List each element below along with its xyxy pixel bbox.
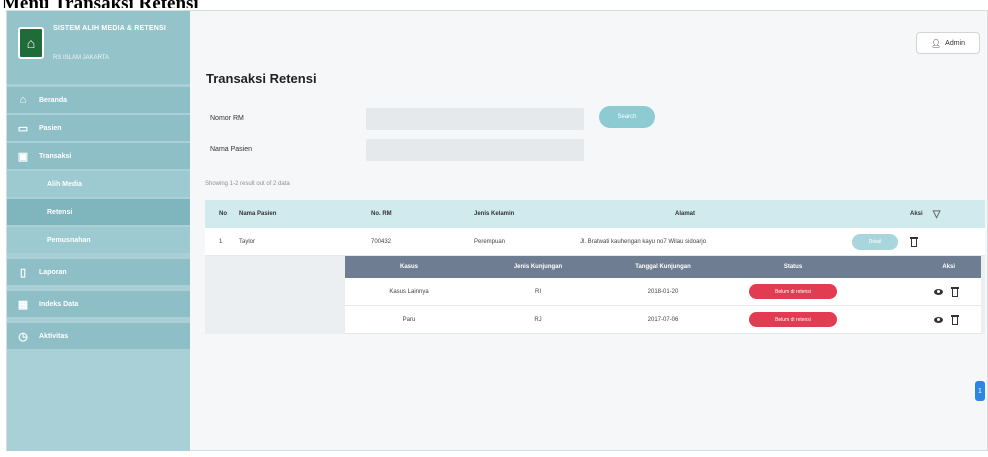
document-heading: Menu Transaksi Retensi (0, 0, 199, 8)
sidebar-item-aktivitas[interactable]: ◷ Aktivitas (7, 323, 190, 349)
trash-icon[interactable] (910, 236, 918, 247)
sidebar-item-pemusnahan[interactable]: Pemusnahan (7, 227, 190, 253)
eye-icon[interactable] (934, 316, 943, 323)
cell-jenis: RI (535, 288, 541, 295)
pagination-button[interactable]: 1 (975, 381, 985, 401)
cell-jk: Perempuan (474, 238, 506, 245)
sidebar-item-label: Pasien (39, 124, 62, 132)
th-no: No (219, 211, 227, 217)
th-alamat: Alamat (674, 211, 695, 217)
th-aksi: Aksi (910, 211, 923, 217)
subtable-row: Paru RJ 2017-07-06 Belum di retensi (345, 306, 981, 334)
cell-rm: 700432 (371, 238, 392, 245)
subtable-row: Kasus Lainnya RI 2018-01-20 Belum di ret… (345, 278, 981, 306)
clock-icon: ◷ (18, 330, 28, 343)
th-nama: Nama Pasien (239, 211, 277, 217)
brand-title: SISTEM ALIH MEDIA & RETENSI (53, 25, 166, 32)
cell-tanggal: 2017-07-06 (647, 316, 679, 323)
sidebar-item-label: Beranda (39, 96, 68, 104)
grid-icon: ▦ (17, 298, 29, 311)
admin-label: Admin (945, 39, 965, 47)
patient-table: No Nama Pasien No. RM Jenis Kelamin Alam… (205, 200, 985, 334)
brand-panel: ⌂ SISTEM ALIH MEDIA & RETENSI RS ISLAM J… (7, 11, 190, 84)
document-icon: ▭ (17, 122, 29, 135)
trash-icon[interactable] (951, 286, 959, 297)
sidebar-item-beranda[interactable]: ⌂ Beranda (7, 87, 190, 113)
sidebar-item-label: Alih Media (47, 180, 83, 188)
sidebar-item-label: Pemusnahan (47, 236, 91, 244)
table-header: No Nama Pasien No. RM Jenis Kelamin Alam… (205, 200, 985, 228)
sidebar-item-retensi[interactable]: Retensi (7, 199, 190, 225)
sth-jenis: Jenis Kunjungan (513, 264, 563, 270)
visit-subtable: Kasus Jenis Kunjungan Tanggal Kunjungan … (345, 256, 981, 334)
sth-tgl: Tanggal Kunjungan (635, 264, 691, 270)
rm-input[interactable] (366, 108, 584, 130)
home-icon: ⌂ (19, 94, 27, 106)
sidebar: ⌂ SISTEM ALIH MEDIA & RETENSI RS ISLAM J… (7, 11, 190, 451)
trash-icon[interactable] (951, 314, 959, 325)
cell-jenis: RJ (534, 316, 542, 323)
sidebar-item-indeks-data[interactable]: ▦ Indeks Data (7, 291, 190, 317)
subtable-header: Kasus Jenis Kunjungan Tanggal Kunjungan … (345, 256, 981, 278)
cell-no: 1 (219, 238, 223, 245)
nama-input[interactable] (366, 139, 584, 161)
cell-nama: Taylor (239, 238, 256, 245)
result-count: Showing 1-2 result out of 2 data (205, 181, 290, 187)
admin-button[interactable]: 👤︎ Admin (916, 32, 980, 54)
detail-subtable-wrap: Kasus Jenis Kunjungan Tanggal Kunjungan … (205, 256, 985, 334)
detail-button[interactable]: Detail (852, 233, 898, 250)
search-button[interactable]: Search (599, 106, 655, 128)
cell-kasus: Paru (402, 316, 416, 323)
table-row: 1 Taylor 700432 Perempuan Jl. Bratwati k… (205, 228, 985, 256)
status-badge: Belum di retensi (749, 312, 837, 327)
brand-subtitle: RS ISLAM JAKARTA (53, 55, 110, 61)
cell-alamat: Jl. Bratwati kauhengan kayu no7 Wilau si… (580, 238, 707, 245)
sidebar-item-transaksi[interactable]: ▣ Transaksi (7, 143, 190, 169)
rm-label: Nomor RM (210, 115, 244, 122)
clipboard-icon: ▣ (17, 150, 29, 163)
th-jk: Jenis Kelamin (474, 211, 515, 217)
cell-tanggal: 2018-01-20 (647, 288, 679, 295)
user-icon: 👤︎ (931, 38, 942, 48)
status-badge: Belum di retensi (749, 284, 837, 299)
sidebar-item-pasien[interactable]: ▭ Pasien (7, 115, 190, 141)
cell-kasus: Kasus Lainnya (389, 288, 429, 295)
sidebar-item-label: Indeks Data (39, 300, 79, 308)
report-icon: ▯ (19, 266, 27, 279)
sidebar-item-label: Retensi (47, 208, 73, 216)
page-title: Transaksi Retensi (206, 71, 317, 86)
sidebar-item-alih-media[interactable]: Alih Media (7, 171, 190, 197)
sidebar-item-label: Laporan (39, 268, 67, 276)
sidebar-item-label: Transaksi (39, 152, 72, 160)
nama-label: Nama Pasien (210, 146, 253, 153)
sth-kasus: Kasus (399, 264, 418, 270)
sth-aksi: Aksi (942, 264, 955, 270)
sidebar-item-label: Aktivitas (39, 332, 69, 340)
sth-status: Status (783, 264, 803, 270)
eye-icon[interactable] (934, 288, 943, 295)
filter-icon[interactable]: ▽ (933, 209, 941, 220)
sidebar-item-laporan[interactable]: ▯ Laporan (7, 259, 190, 285)
th-rm: No. RM (371, 211, 392, 217)
logo-icon: ⌂ (18, 27, 44, 59)
